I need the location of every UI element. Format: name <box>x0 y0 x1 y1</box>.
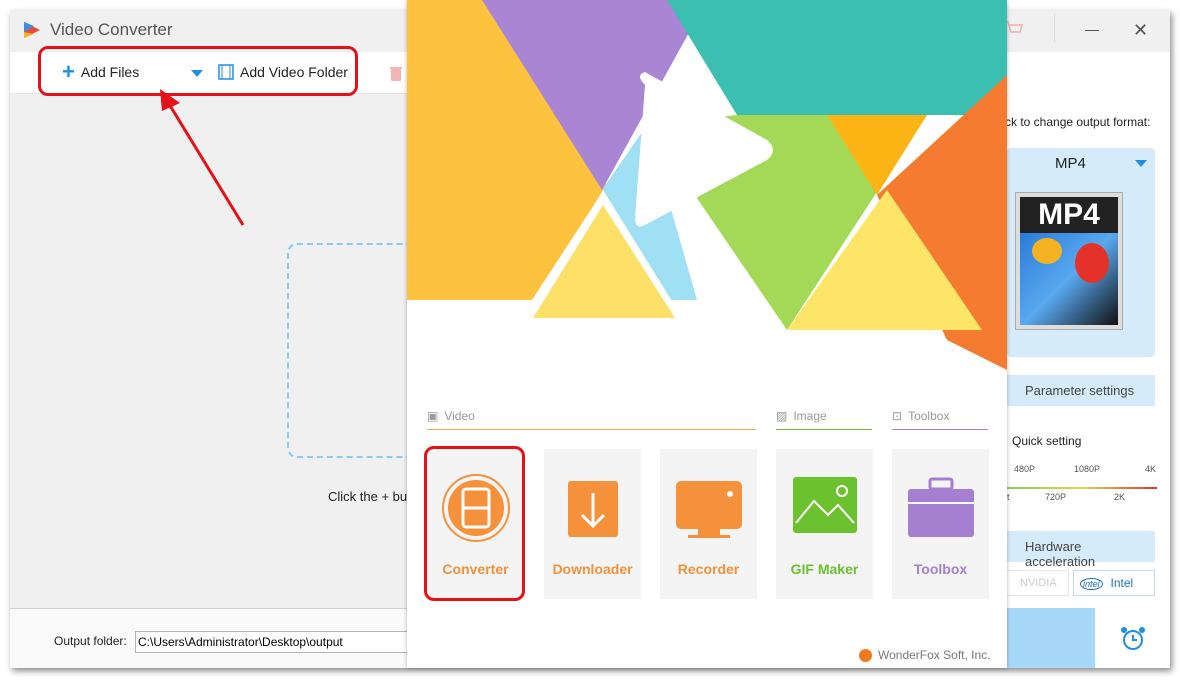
quality-slider[interactable]: 480P 1080P 4K lt 720P 2K <box>1005 462 1157 502</box>
tick-2k: 2K <box>1114 492 1126 502</box>
hardware-acceleration-label: Hardware acceleration <box>1025 539 1096 569</box>
tile-label: Downloader <box>552 561 633 577</box>
red-arrow-annotation <box>160 89 245 226</box>
tile-label: Toolbox <box>913 561 968 577</box>
company-footer: WonderFox Soft, Inc. <box>859 648 991 662</box>
nvidia-button[interactable]: NVIDIA <box>1005 570 1069 596</box>
company-name: WonderFox Soft, Inc. <box>878 648 991 662</box>
category-toolbox-label: Toolbox <box>908 409 950 423</box>
hardware-acceleration-header: Hardware acceleration <box>1007 531 1155 569</box>
category-video-label: Video <box>444 409 475 423</box>
tile-downloader[interactable]: Downloader <box>544 449 641 599</box>
slider-track <box>1005 487 1157 489</box>
format-name: MP4 <box>1055 155 1086 172</box>
format-dropdown-icon <box>1135 160 1147 167</box>
quick-setting-label: Quick setting <box>1012 434 1082 448</box>
intel-button[interactable]: intel Intel <box>1073 570 1155 596</box>
right-panel: ck to change output format: MP4 MP4 Para… <box>1005 52 1170 668</box>
intel-label: Intel <box>1110 576 1134 590</box>
screen-record-icon <box>676 481 742 538</box>
tile-label: Recorder <box>677 561 740 577</box>
image-icon: ▨ <box>776 409 788 423</box>
alarm-clock-icon[interactable] <box>1119 625 1147 653</box>
highlight-box-converter <box>424 446 525 601</box>
window-title: Video Converter <box>50 20 173 39</box>
format-prompt: ck to change output format: <box>1005 115 1151 129</box>
tick-4k: 4K <box>1145 464 1157 474</box>
category-video: ▣ Video <box>427 409 756 430</box>
category-image: ▨ Image <box>776 409 872 430</box>
parameter-settings-button[interactable]: Parameter settings <box>1007 375 1155 406</box>
divider <box>1054 14 1055 42</box>
category-image-label: Image <box>793 409 827 423</box>
film-icon: ▣ <box>427 409 439 423</box>
briefcase-icon: ⊡ <box>892 409 903 423</box>
tile-label: GIF Maker <box>790 561 859 577</box>
tick-720p: 720P <box>1045 492 1067 502</box>
tick-480p: 480P <box>1014 464 1036 474</box>
tile-toolbox[interactable]: Toolbox <box>892 449 989 599</box>
wonderfox-logo-icon <box>859 648 872 662</box>
trash-icon[interactable] <box>390 66 402 81</box>
app-logo-icon <box>24 22 40 38</box>
close-button[interactable]: ✕ <box>1133 20 1148 41</box>
parameter-settings-label: Parameter settings <box>1025 383 1135 398</box>
tile-recorder[interactable]: Recorder <box>660 449 757 599</box>
run-button[interactable] <box>1005 608 1095 668</box>
toolbox-icon <box>908 477 974 537</box>
balloon-image <box>1020 233 1118 325</box>
tile-gif-maker[interactable]: GIF Maker <box>776 449 873 599</box>
category-toolbox: ⊡ Toolbox <box>892 409 988 430</box>
mp4-thumb-text: MP4 <box>1020 197 1118 233</box>
tick-1080p: 1080P <box>1074 464 1101 474</box>
output-folder-input[interactable] <box>135 631 415 653</box>
download-film-icon <box>568 481 618 537</box>
launcher-banner-art <box>407 0 1007 370</box>
image-mountain-icon <box>793 477 857 533</box>
output-format-selector[interactable]: MP4 MP4 <box>1007 148 1155 357</box>
minimize-button[interactable] <box>1085 30 1099 31</box>
output-folder-label: Output folder: <box>54 634 127 648</box>
intel-logo: intel <box>1080 578 1103 590</box>
drop-hint-text: Click the + bu <box>328 489 408 504</box>
mp4-thumbnail: MP4 <box>1015 192 1123 330</box>
